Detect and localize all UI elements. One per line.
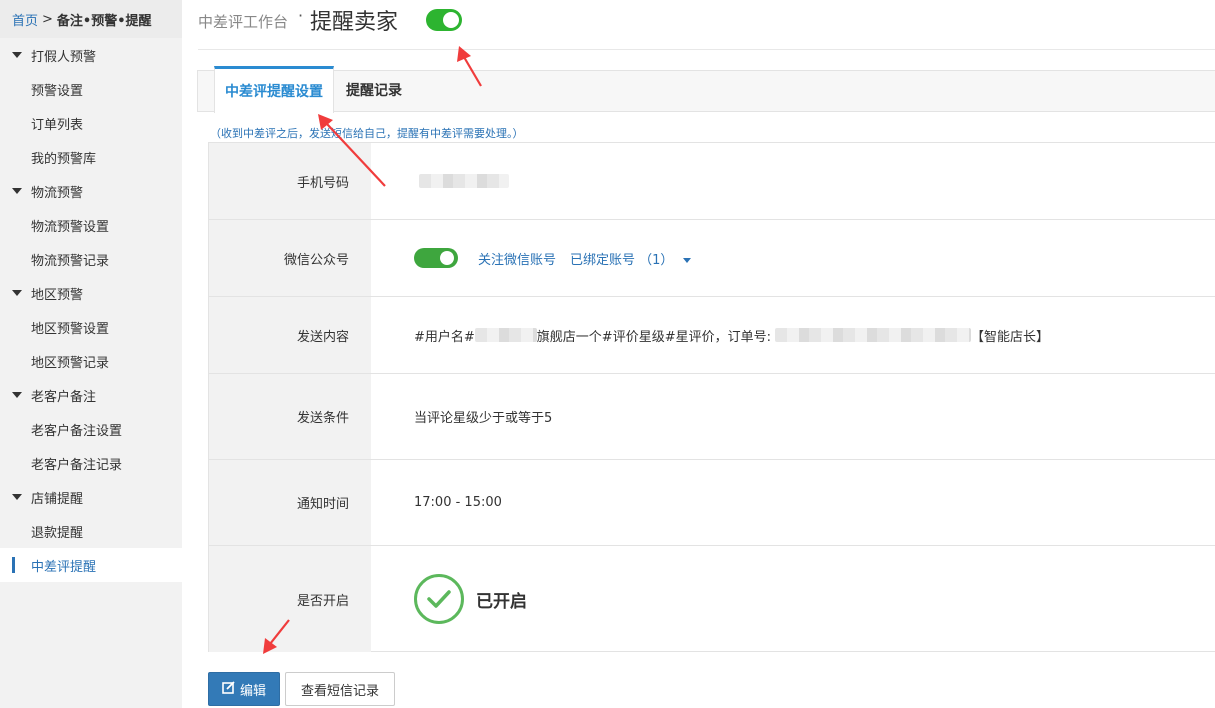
sidebar: 首页 > 备注•预警•提醒 打假人预警 预警设置 订单列表 我的预警库 物流预警…	[0, 0, 182, 708]
condition-value: 当评论星级少于或等于5	[414, 411, 553, 426]
caret-down-icon	[12, 290, 22, 296]
time-label: 通知时间	[209, 460, 371, 545]
check-circle-icon	[414, 574, 464, 624]
edit-button[interactable]: 编辑	[208, 672, 280, 706]
edit-button-label: 编辑	[239, 683, 266, 699]
sidebar-group-region-alert[interactable]: 地区预警	[0, 276, 182, 310]
tab-bar: 中差评提醒设置 提醒记录	[197, 66, 1215, 113]
sidebar-group-counterfeit-alert[interactable]: 打假人预警	[0, 38, 182, 72]
enabled-value: 已开启	[371, 546, 1215, 652]
content-prefix: #用户名#	[414, 329, 475, 345]
row-wechat: 微信公众号 关注微信账号 已绑定账号 （1）	[209, 220, 1215, 297]
toggle-knob	[443, 12, 459, 28]
tab-bad-review-settings[interactable]: 中差评提醒设置	[214, 66, 334, 113]
sidebar-group-label: 物流预警	[31, 185, 84, 201]
sidebar-group-logistics-alert[interactable]: 物流预警	[0, 174, 182, 208]
caret-down-icon	[683, 257, 692, 263]
sidebar-item-refund-reminder[interactable]: 退款提醒	[0, 514, 182, 548]
phone-label: 手机号码	[209, 143, 371, 219]
caret-down-icon	[12, 52, 22, 58]
page-title: 提醒卖家	[310, 10, 399, 35]
blurred-phone	[419, 174, 509, 188]
sidebar-group-shop-reminder[interactable]: 店铺提醒	[0, 480, 182, 514]
page-header: 中差评工作台 · 提醒卖家	[198, 0, 1215, 50]
sidebar-item-logistics-records[interactable]: 物流预警记录	[0, 242, 182, 276]
bound-accounts-dropdown[interactable]: 已绑定账号 （1）	[570, 249, 692, 268]
content-value: #用户名# 旗舰店一个#评价星级#星评价，订单号: 【智能店长】	[371, 297, 1215, 373]
sidebar-group-label: 打假人预警	[31, 49, 97, 65]
sidebar-item-old-customer-settings[interactable]: 老客户备注设置	[0, 412, 182, 446]
enabled-status: 已开启	[414, 574, 527, 624]
row-enabled: 是否开启 已开启	[209, 546, 1215, 652]
wechat-label: 微信公众号	[209, 220, 371, 296]
settings-form: 手机号码 微信公众号 关注微信账号 已绑定账号 （1） 发送内容 #用户名# 旗…	[208, 142, 1215, 652]
sidebar-item-bad-review-reminder[interactable]: 中差评提醒	[0, 548, 182, 582]
sidebar-item-alert-settings[interactable]: 预警设置	[0, 72, 182, 106]
edit-icon	[222, 680, 235, 698]
content-suffix: 【智能店长】	[970, 329, 1049, 345]
hint-text: （收到中差评之后，发送短信给自己，提醒有中差评需要处理。）	[210, 127, 524, 140]
row-condition: 发送条件 当评论星级少于或等于5	[209, 374, 1215, 460]
row-time: 通知时间 17:00 - 15:00	[209, 460, 1215, 546]
toggle-knob	[440, 251, 454, 265]
sidebar-group-old-customer-notes[interactable]: 老客户备注	[0, 378, 182, 412]
row-phone: 手机号码	[209, 143, 1215, 220]
sidebar-nav: 打假人预警 预警设置 订单列表 我的预警库 物流预警 物流预警设置 物流预警记录…	[0, 38, 182, 582]
blurred-order-number	[774, 328, 971, 342]
page-subtitle: 中差评工作台	[198, 13, 289, 31]
sidebar-item-my-alert-library[interactable]: 我的预警库	[0, 140, 182, 174]
view-sms-records-button[interactable]: 查看短信记录	[285, 672, 395, 706]
breadcrumb: 首页 > 备注•预警•提醒	[0, 0, 182, 38]
title-separator: ·	[298, 6, 304, 25]
sidebar-item-old-customer-records[interactable]: 老客户备注记录	[0, 446, 182, 480]
sidebar-group-label: 老客户备注	[31, 389, 97, 405]
wechat-value: 关注微信账号 已绑定账号 （1）	[371, 220, 1215, 296]
breadcrumb-separator: >	[42, 11, 53, 27]
breadcrumb-home-link[interactable]: 首页	[12, 10, 38, 29]
enabled-label: 是否开启	[209, 546, 371, 652]
enabled-status-text: 已开启	[476, 591, 527, 612]
content-label: 发送内容	[209, 297, 371, 373]
row-content: 发送内容 #用户名# 旗舰店一个#评价星级#星评价，订单号: 【智能店长】	[209, 297, 1215, 374]
sidebar-group-label: 地区预警	[31, 287, 84, 303]
phone-value	[371, 143, 1215, 219]
wechat-toggle[interactable]	[414, 248, 458, 268]
remind-seller-toggle[interactable]	[426, 9, 462, 31]
caret-down-icon	[12, 188, 22, 194]
content-middle: 旗舰店一个#评价星级#星评价，订单号:	[536, 329, 771, 345]
tab-reminder-records[interactable]: 提醒记录	[346, 66, 402, 113]
blurred-shop-name	[474, 328, 537, 342]
sidebar-item-order-list[interactable]: 订单列表	[0, 106, 182, 140]
sidebar-item-region-records[interactable]: 地区预警记录	[0, 344, 182, 378]
caret-down-icon	[12, 494, 22, 500]
sidebar-item-logistics-settings[interactable]: 物流预警设置	[0, 208, 182, 242]
sidebar-item-region-settings[interactable]: 地区预警设置	[0, 310, 182, 344]
breadcrumb-current: 备注•预警•提醒	[56, 13, 152, 29]
caret-down-icon	[12, 392, 22, 398]
time-value: 17:00 - 15:00	[414, 495, 502, 510]
sidebar-group-label: 店铺提醒	[31, 491, 84, 507]
condition-label: 发送条件	[209, 374, 371, 459]
follow-wechat-link[interactable]: 关注微信账号	[478, 249, 556, 268]
bound-accounts-label: 已绑定账号 （1）	[570, 252, 674, 268]
